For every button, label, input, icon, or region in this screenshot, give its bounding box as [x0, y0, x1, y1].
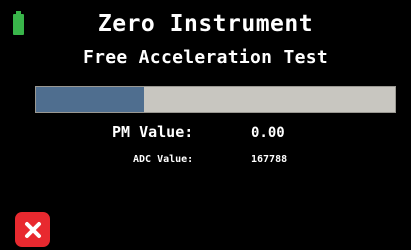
test-progress-bar	[35, 86, 396, 113]
test-name: Free Acceleration Test	[82, 47, 328, 68]
progress-fill	[36, 87, 144, 112]
close-icon	[24, 221, 41, 238]
close-button[interactable]	[15, 212, 50, 247]
pm-value-label: PM Value:	[112, 123, 194, 141]
page-title: Zero Instrument	[97, 11, 314, 37]
pm-value: 0.00	[251, 125, 285, 141]
adc-value-label: ADC Value:	[133, 154, 194, 165]
adc-value: 167788	[251, 154, 288, 165]
